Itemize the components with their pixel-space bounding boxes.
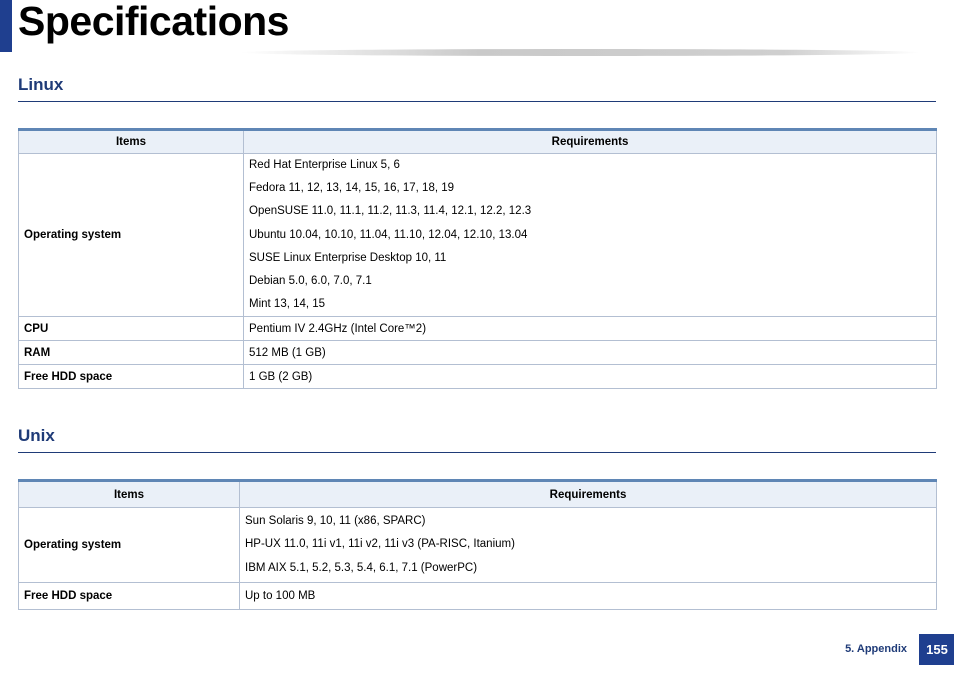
page-title: Specifications (18, 0, 289, 44)
requirements-column-header: Requirements (243, 128, 937, 154)
unix-heading: Unix (18, 426, 55, 445)
linux-heading: Linux (18, 75, 64, 94)
unix-spec-table: Items Requirements Operating system Sun … (18, 479, 937, 610)
footer-section-label: 5. Appendix (845, 643, 907, 655)
row-requirements: Pentium IV 2.4GHz (Intel Core™2) (243, 316, 937, 342)
items-column-header: Items (18, 479, 240, 508)
table-row: Free HDD space Up to 100 MB (18, 582, 937, 610)
page-number-badge: 155 (919, 634, 954, 665)
row-item-label: Operating system (18, 507, 240, 583)
requirement-line: OpenSUSE 11.0, 11.1, 11.2, 11.3, 11.4, 1… (249, 205, 532, 218)
table-row: RAM 512 MB (1 GB) (18, 340, 937, 366)
unix-heading-rule (18, 452, 936, 453)
items-column-header: Items (18, 128, 244, 154)
requirement-line: Fedora 11, 12, 13, 14, 15, 16, 17, 18, 1… (249, 182, 455, 195)
table-row: Free HDD space 1 GB (2 GB) (18, 364, 937, 390)
row-requirements: 512 MB (1 GB) (243, 340, 937, 366)
requirements-column-header: Requirements (239, 479, 937, 508)
requirement-line: Mint 13, 14, 15 (249, 298, 326, 311)
requirement-line: Sun Solaris 9, 10, 11 (x86, SPARC) (245, 515, 426, 528)
requirement-line: IBM AIX 5.1, 5.2, 5.3, 5.4, 6.1, 7.1 (Po… (245, 561, 478, 574)
row-requirements: Sun Solaris 9, 10, 11 (x86, SPARC) HP-UX… (239, 507, 937, 583)
title-underline-shadow (240, 49, 920, 56)
row-item-label: Free HDD space (18, 364, 244, 390)
row-item-label: Free HDD space (18, 582, 240, 610)
requirement-line: Red Hat Enterprise Linux 5, 6 (249, 159, 400, 171)
row-requirements: Red Hat Enterprise Linux 5, 6 Fedora 11,… (243, 152, 937, 318)
row-item-label: CPU (18, 316, 244, 342)
table-row: Operating system Red Hat Enterprise Linu… (18, 152, 937, 318)
linux-spec-table: Items Requirements Operating system Red … (18, 128, 937, 390)
row-requirements: 1 GB (2 GB) (243, 364, 937, 390)
title-accent-bar (0, 0, 12, 52)
row-requirements: Up to 100 MB (239, 582, 937, 610)
requirement-line: SUSE Linux Enterprise Desktop 10, 11 (249, 251, 447, 264)
table-row: Operating system Sun Solaris 9, 10, 11 (… (18, 507, 937, 583)
row-item-label: RAM (18, 340, 244, 366)
requirement-line: Debian 5.0, 6.0, 7.0, 7.1 (249, 274, 372, 287)
row-item-label: Operating system (18, 152, 244, 318)
linux-heading-rule (18, 101, 936, 102)
table-header-row: Items Requirements (18, 479, 937, 508)
requirement-line: Ubuntu 10.04, 10.10, 11.04, 11.10, 12.04… (249, 228, 528, 241)
table-row: CPU Pentium IV 2.4GHz (Intel Core™2) (18, 316, 937, 342)
table-header-row: Items Requirements (18, 128, 937, 154)
requirement-line: HP-UX 11.0, 11i v1, 11i v2, 11i v3 (PA-R… (245, 538, 515, 551)
